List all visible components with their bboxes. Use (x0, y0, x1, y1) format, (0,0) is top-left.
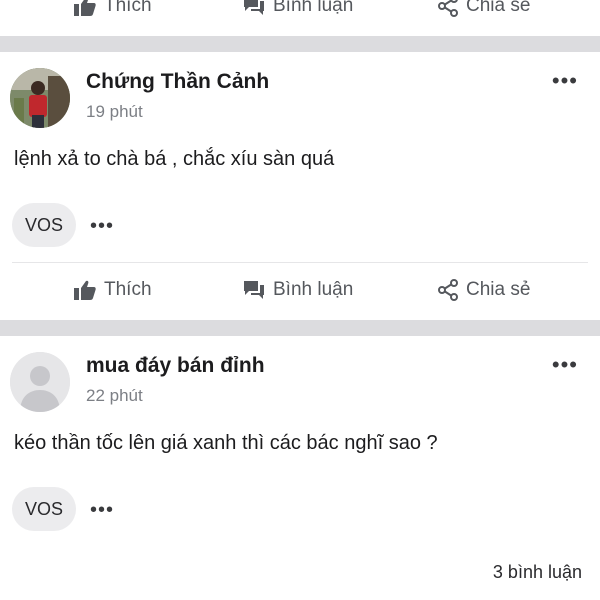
like-label: Thích (104, 279, 152, 300)
stock-tag-chip[interactable]: VOS (12, 203, 76, 247)
post-card: Chứng Thần Cảnh 19 phút ••• lệnh xả to c… (0, 52, 600, 320)
post-separator (0, 320, 600, 336)
share-label: Chia sẻ (466, 0, 531, 16)
post-content: lệnh xả to chà bá , chắc xíu sàn quá (14, 148, 335, 170)
post-author[interactable]: Chứng Thần Cảnh (86, 70, 269, 94)
post-separator (0, 36, 600, 52)
comment-label: Bình luận (273, 0, 354, 16)
comment-icon (243, 280, 265, 300)
share-label: Chia sẻ (466, 279, 531, 300)
post-author[interactable]: mua đáy bán đỉnh (86, 354, 265, 378)
stock-tag-chip[interactable]: VOS (12, 487, 76, 531)
more-tags-icon[interactable]: ••• (90, 500, 114, 520)
like-button[interactable]: Thích (74, 0, 152, 17)
like-label: Thích (104, 0, 152, 16)
share-icon (438, 279, 458, 301)
share-icon (438, 0, 458, 17)
more-tags-icon[interactable]: ••• (90, 216, 114, 236)
like-button[interactable]: Thích (74, 279, 152, 301)
share-button[interactable]: Chia sẻ (438, 0, 530, 17)
comment-icon (243, 0, 265, 16)
thumbs-up-icon (74, 280, 96, 300)
more-options-icon[interactable]: ••• (552, 70, 578, 92)
comment-button[interactable]: Bình luận (243, 279, 353, 301)
comment-count-link[interactable]: 3 bình luận (493, 562, 582, 583)
post-time: 22 phút (86, 386, 143, 405)
avatar[interactable] (10, 68, 70, 128)
more-options-icon[interactable]: ••• (552, 354, 578, 376)
post-time: 19 phút (86, 102, 143, 121)
post-card: mua đáy bán đỉnh 22 phút ••• kéo thần tố… (0, 336, 600, 600)
divider (12, 262, 588, 263)
comment-button[interactable]: Bình luận (243, 0, 353, 17)
thumbs-up-icon (74, 0, 96, 16)
top-action-bar: Thích Bình luận Chia sẻ (0, 0, 600, 24)
post-content: kéo thần tốc lên giá xanh thì các bác ng… (14, 432, 438, 454)
share-button[interactable]: Chia sẻ (438, 279, 530, 301)
avatar[interactable] (10, 352, 70, 412)
comment-label: Bình luận (273, 279, 354, 300)
